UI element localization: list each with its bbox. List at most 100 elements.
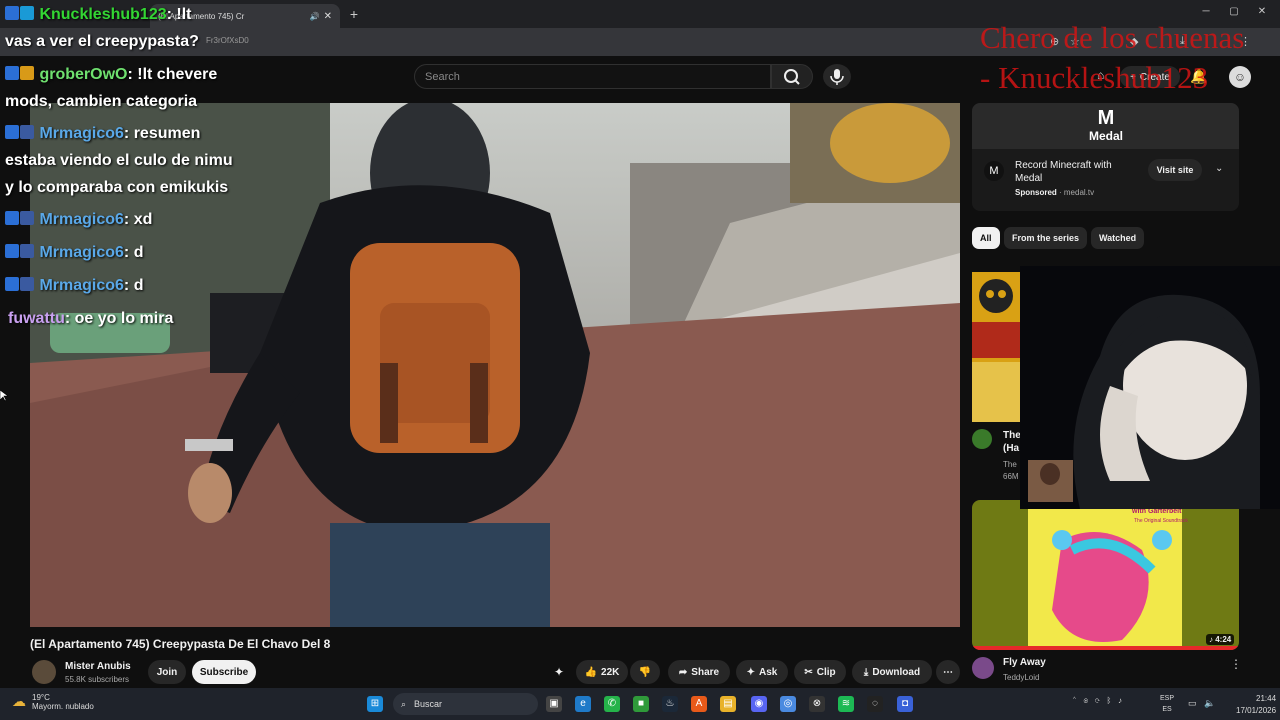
more-vert-icon[interactable]: ⋮	[1230, 657, 1242, 671]
like-count: 22K	[601, 666, 620, 678]
edge-icon[interactable]: e	[575, 696, 591, 712]
sub-badge-icon	[20, 277, 34, 291]
chat-message: y lo comparaba con emikukis	[5, 179, 229, 196]
cube-badge-icon	[20, 6, 34, 20]
stream-title-line1: Chero de los chuenas	[980, 20, 1245, 55]
ai-sparkle-icon[interactable]: ✦	[554, 665, 564, 679]
related-thumbnail-1[interactable]	[972, 272, 1020, 422]
music-note-icon: ♪	[1209, 635, 1213, 644]
chat-message: vas a ver el creepypasta?	[5, 33, 199, 50]
search-input[interactable]: Search	[414, 64, 771, 89]
medal-m-icon: M	[1097, 107, 1115, 129]
ad-title[interactable]: Record Minecraft with Medal	[1015, 159, 1130, 185]
thumb-text-1: with Garterbelt	[1132, 508, 1182, 515]
chat-username: fuwattu	[8, 310, 65, 327]
related-title-1[interactable]: The (Ha	[1003, 429, 1021, 455]
related-title-1-line2: (Ha	[1003, 443, 1020, 454]
subscribe-button[interactable]: Subscribe	[192, 660, 256, 684]
chat-line: Mrmagico6: d	[5, 239, 253, 266]
stream-chat-overlay: Knuckleshub123: !lt vas a ver el creepyp…	[0, 0, 253, 336]
related-title-2[interactable]: Fly Away	[1003, 657, 1046, 668]
tray-chevron-icon[interactable]: ⌃	[1072, 696, 1077, 705]
chevron-down-icon[interactable]: ⌄	[1215, 163, 1223, 174]
chat-username: Mrmagico6	[39, 277, 124, 294]
tray-app-icon[interactable]: ◉	[1083, 696, 1088, 705]
search-button[interactable]	[771, 64, 813, 89]
chat-line: y lo comparaba con emikukis	[5, 174, 253, 201]
windows-start-icon[interactable]: ⊞	[367, 696, 383, 712]
network-icon[interactable]: ▭	[1188, 698, 1197, 709]
task-view-icon[interactable]: ▣	[546, 696, 562, 712]
ad-domain: medal.tv	[1063, 188, 1095, 197]
minimize-icon[interactable]: ─	[1196, 6, 1216, 17]
chat-message: : d	[123, 277, 144, 294]
visit-site-button[interactable]: Visit site	[1148, 159, 1202, 181]
clock-time: 21:44	[1256, 694, 1277, 703]
weather-widget[interactable]: ☁ 19°C Mayorm. nublado	[12, 693, 94, 711]
office-icon[interactable]: A	[691, 696, 707, 712]
audio-icon[interactable]: 🔊	[310, 12, 320, 21]
related-thumbnail-2[interactable]: with Garterbelt The Original Soundtrack	[972, 500, 1239, 650]
thumbs-down-icon: 👎	[638, 666, 652, 678]
chrome-icon[interactable]: ◎	[780, 696, 796, 712]
chip-all[interactable]: All	[972, 227, 1000, 249]
more-actions-button[interactable]: ⋯	[936, 660, 960, 684]
ad-card[interactable]: M Medal M Record Minecraft with Medal Sp…	[972, 103, 1239, 211]
mouse-cursor-icon	[0, 390, 8, 402]
like-button[interactable]: 👍 22K	[576, 660, 628, 684]
new-tab-icon[interactable]: +	[346, 6, 362, 22]
channel-name[interactable]: Mister Anubis	[65, 661, 131, 672]
share-button[interactable]: ➦ Share	[668, 660, 730, 684]
spotify-icon[interactable]: ≋	[838, 696, 854, 712]
chat-message: : d	[123, 244, 144, 261]
clip-button[interactable]: ✂ Clip	[794, 660, 846, 684]
ad-advertiser-icon: M	[984, 161, 1004, 181]
dislike-button[interactable]: 👎	[630, 660, 660, 684]
related-channel-avatar-1[interactable]	[972, 429, 992, 449]
discord-icon[interactable]: ◉	[751, 696, 767, 712]
lang-line2: ES	[1162, 706, 1172, 713]
chip-from-series[interactable]: From the series	[1004, 227, 1088, 249]
file-explorer-icon[interactable]: ▤	[720, 696, 736, 712]
ask-button[interactable]: ✦ Ask	[736, 660, 788, 684]
join-button[interactable]: Join	[148, 660, 186, 684]
close-tab-icon[interactable]: ✕	[324, 11, 332, 22]
taskbar-search[interactable]: ⌕ Buscar	[393, 693, 538, 715]
related-views-1: 66M	[1003, 472, 1019, 481]
chat-line: vas a ver el creepypasta?	[5, 28, 253, 55]
stream-title-line2: - Knuckleshub123	[980, 60, 1209, 95]
download-icon: ⤓	[863, 666, 869, 678]
duration-text: 4:24	[1215, 635, 1232, 644]
tray-mic-icon[interactable]: ♪	[1118, 696, 1122, 705]
voice-search-button[interactable]	[823, 64, 851, 89]
xbox-icon[interactable]: ⊗	[809, 696, 825, 712]
chat-line: fuwattu: oe yo lo mira	[8, 305, 256, 332]
steam-icon[interactable]: ♨	[662, 696, 678, 712]
related-channel-avatar-2[interactable]	[972, 657, 994, 679]
chat-username: Knuckleshub123	[39, 6, 167, 23]
maximize-icon[interactable]: ▢	[1224, 6, 1244, 17]
channel-avatar[interactable]	[32, 660, 56, 684]
clip-label: Clip	[816, 666, 836, 678]
subscriber-count: 55.8K subscribers	[65, 675, 130, 684]
tray-sync-icon[interactable]: ⟳	[1095, 696, 1100, 705]
chat-message: : resumen	[123, 125, 201, 142]
close-window-icon[interactable]: ✕	[1252, 6, 1272, 17]
download-button[interactable]: ⤓ Download	[852, 660, 932, 684]
minecraft-icon[interactable]: ■	[633, 696, 649, 712]
volume-icon[interactable]: 🔈	[1204, 698, 1215, 709]
chat-message: : oe yo lo mira	[64, 310, 174, 327]
related-channel-2[interactable]: TeddyLoid	[1003, 673, 1039, 682]
thumb-text-2: The Original Soundtrack	[1134, 518, 1188, 524]
tray-bluetooth-icon[interactable]: ᛒ	[1106, 696, 1111, 705]
taskbar-clock[interactable]: 21:44 17/01/2026	[1236, 693, 1276, 717]
chat-line: Knuckleshub123: !lt	[5, 1, 253, 28]
chip-watched[interactable]: Watched	[1091, 227, 1145, 249]
obs-icon[interactable]: ◌	[867, 696, 883, 712]
ad-brand: Medal	[1088, 129, 1123, 143]
system-tray[interactable]: ⌃ ◉ ⟳ ᛒ ♪	[1072, 696, 1122, 705]
language-indicator[interactable]: ESP ES	[1160, 693, 1174, 715]
lang-line1: ESP	[1160, 695, 1175, 702]
whatsapp-icon[interactable]: ✆	[604, 696, 620, 712]
app-icon[interactable]: ◘	[897, 696, 913, 712]
